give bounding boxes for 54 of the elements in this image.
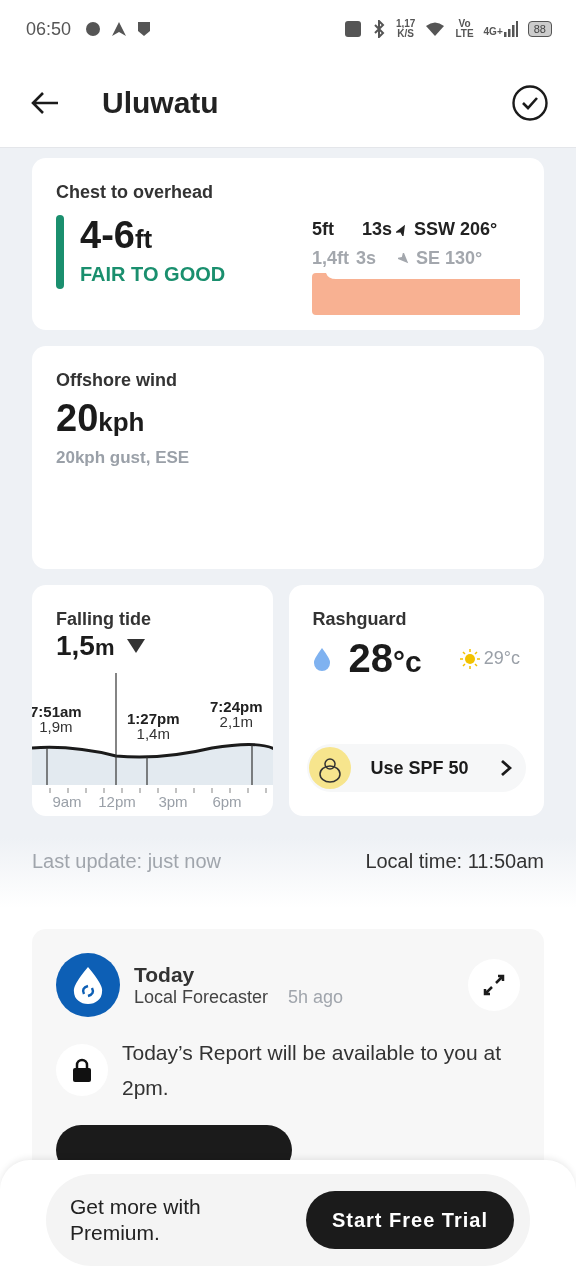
bluetooth-icon [371,20,386,38]
wave-height: 4-6ft [80,215,154,258]
network-speed: 1,17 K/S [395,19,416,39]
report-title: Today [134,962,196,987]
chevron-right-icon [500,759,512,777]
direction-arrow-icon [398,252,410,265]
signal-icon [503,21,518,37]
axis-label: 9am [52,793,82,810]
wind-detail: 20kph gust, ESE [56,448,191,468]
forecaster-name: Local Forecaster [134,986,269,1007]
tide-time: 1:27pm [127,711,180,726]
sun-icon [459,648,480,669]
back-icon [30,90,60,115]
water-drop-icon [72,966,104,1004]
check-circle-icon [512,84,548,121]
status-time: 06:50 [26,18,72,40]
tide-level: 1,9m [39,719,73,734]
start-trial-button[interactable]: Start Free Trial [305,1191,514,1249]
water-drop-icon [312,646,331,671]
surf-label: Chest to overhead [56,182,215,203]
tide-level: 2,1m [219,714,253,729]
expand-button[interactable] [468,959,520,1011]
wifi-icon [425,21,446,37]
tide-label: Falling tide [56,609,152,630]
wind-speed: 20kph [56,397,146,440]
axis-label: 3pm [158,793,188,810]
local-time: Local time: 11:50am [365,850,544,873]
water-temp: 28°c [348,636,422,681]
tide-level: 1,4m [136,726,170,741]
axis-label: 12pm [98,793,136,810]
tide-height: 1,5m [56,630,115,662]
report-message: Today’s Report will be available to you at 2pm. [122,1040,502,1101]
swell-row-text: 5ft 13s SSW 206° [312,218,499,241]
shield-icon [137,21,152,37]
navigation-icon [111,21,128,37]
report-age: 5h ago [288,986,344,1007]
expand-icon [482,973,506,997]
sunscreen-button[interactable]: Use SPF 50 [306,744,526,792]
battery-level: 88 [527,21,552,37]
tide-time: 7:24pm [210,699,263,714]
axis-label: 6pm [212,793,242,810]
swell-row-text: 1,4ft 3s SE 130° [312,247,484,270]
volte-indicator: Vo LTE [455,19,474,39]
air-temp: 29°c [483,648,520,669]
sunscreen-logo-icon [308,747,351,789]
water-label: Rashguard [312,609,408,630]
network-type: 4G+ [483,27,503,37]
wind-label: Offshore wind [56,370,178,391]
direction-arrow-icon [396,223,408,236]
last-update: Last update: just now [32,850,221,873]
lock-icon [72,1057,92,1083]
surf-rating: FAIR TO GOOD [80,263,226,286]
premium-text: Get more with Premium. [70,1194,202,1246]
page-title: Uluwatu [102,85,220,120]
